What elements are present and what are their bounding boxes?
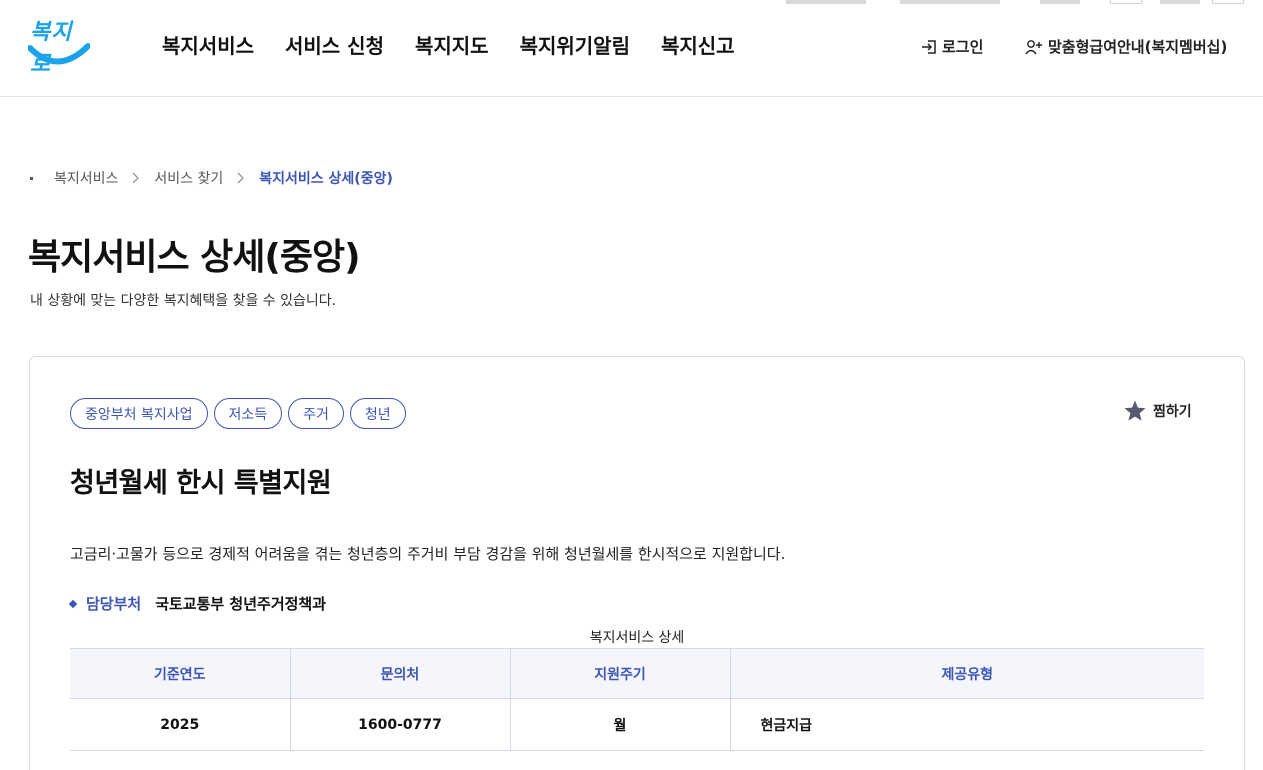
nav-welfare-report[interactable]: 복지신고: [661, 30, 735, 59]
cell-contact: 1600-0777: [290, 698, 511, 751]
responsible-department: 담당부처 국토교통부 청년주거정책과: [68, 593, 327, 614]
logo-smile-icon: [28, 43, 90, 65]
service-title: 청년월세 한시 특별지원: [70, 468, 332, 499]
top-utility-strip: [780, 0, 1250, 6]
favorite-button[interactable]: 찜하기: [1123, 399, 1192, 423]
header-support-cycle: 지원주기: [510, 648, 731, 699]
nav-crisis-alert[interactable]: 복지위기알림: [520, 30, 630, 59]
nav-welfare-services[interactable]: 복지서비스: [162, 30, 254, 59]
chevron-right-icon: [132, 172, 140, 184]
breadcrumb-item-welfare-services[interactable]: 복지서비스: [54, 168, 118, 188]
login-label: 로그인: [942, 38, 984, 56]
member-guide-label: 맞춤형급여안내(복지멤버십): [1048, 38, 1228, 56]
header-provision-type: 제공유형: [730, 648, 1204, 699]
table-caption: 복지서비스 상세: [589, 630, 685, 646]
department-label: 담당부처: [86, 595, 142, 613]
tag-youth[interactable]: 청년: [349, 398, 406, 429]
nav-service-apply[interactable]: 서비스 신청: [285, 30, 384, 59]
breadcrumb: 복지서비스 서비스 찾기 복지서비스 상세(중앙): [30, 168, 393, 188]
page-description: 내 상황에 맞는 다양한 복지혜택을 찾을 수 있습니다.: [30, 293, 337, 309]
site-header: 복지로 복지서비스 서비스 신청 복지지도 복지위기알림 복지신고 로그인 맞춤…: [0, 0, 1263, 97]
breadcrumb-home-dot: [30, 176, 33, 180]
header-contact: 문의처: [290, 648, 511, 699]
page-title: 복지서비스 상세(중앙): [28, 237, 361, 278]
star-icon: [1124, 400, 1146, 421]
person-add-icon: [1025, 39, 1042, 54]
tag-low-income[interactable]: 저소득: [213, 398, 283, 429]
table-header-row: 기준연도 문의처 지원주기 제공유형: [70, 648, 1204, 699]
cell-provision-type: 현금지급: [730, 698, 1204, 751]
tag-central-ministry[interactable]: 중앙부처 복지사업: [70, 398, 208, 429]
site-logo[interactable]: 복지로: [28, 12, 92, 77]
nav-welfare-map[interactable]: 복지지도: [415, 30, 489, 59]
chevron-right-icon: [237, 172, 245, 184]
login-icon: [922, 39, 936, 54]
service-detail-table: 기준연도 문의처 지원주기 제공유형 2025 1600-0777 월 현금지급: [70, 648, 1204, 751]
login-link[interactable]: 로그인: [921, 36, 983, 57]
table-row: 2025 1600-0777 월 현금지급: [70, 698, 1204, 751]
cell-support-cycle: 월: [510, 698, 731, 751]
member-guide-link[interactable]: 맞춤형급여안내(복지멤버십): [1025, 36, 1227, 57]
cell-base-year: 2025: [70, 698, 291, 751]
main-navigation: 복지서비스 서비스 신청 복지지도 복지위기알림 복지신고: [162, 30, 766, 59]
service-detail-card: 중앙부처 복지사업 저소득 주거 청년 찜하기 청년월세 한시 특별지원 고금리…: [29, 356, 1245, 770]
service-description: 고금리·고물가 등으로 경제적 어려움을 겪는 청년층의 주거비 부담 경감을 …: [70, 545, 786, 563]
favorite-label: 찜하기: [1153, 404, 1192, 420]
department-value: 국토교통부 청년주거정책과: [155, 595, 327, 613]
breadcrumb-item-service-search[interactable]: 서비스 찾기: [154, 168, 223, 188]
breadcrumb-item-current: 복지서비스 상세(중앙): [259, 171, 393, 187]
tag-housing[interactable]: 주거: [288, 398, 344, 429]
service-tags: 중앙부처 복지사업 저소득 주거 청년: [70, 398, 406, 429]
diamond-bullet-icon: [68, 599, 78, 608]
header-base-year: 기준연도: [70, 648, 291, 699]
